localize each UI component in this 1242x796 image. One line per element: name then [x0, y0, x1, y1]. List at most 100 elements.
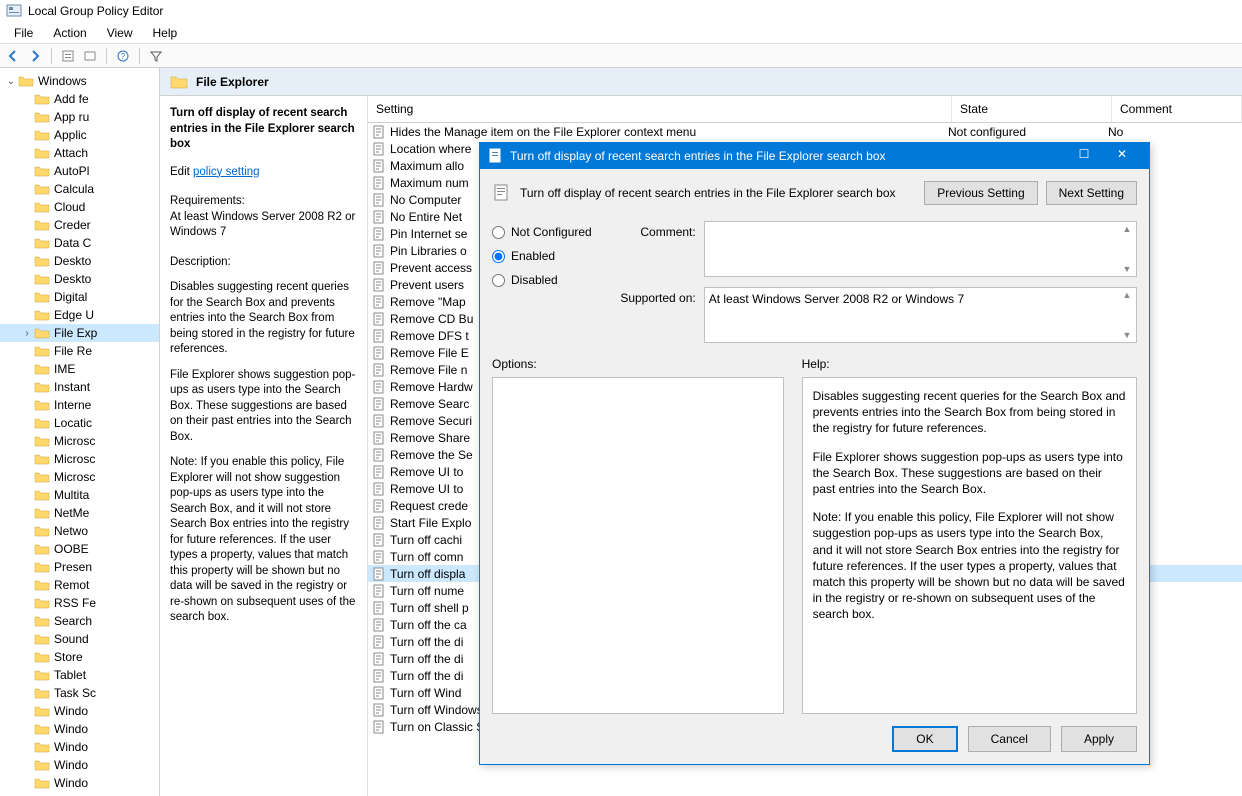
close-button[interactable]: ✕ [1103, 147, 1141, 165]
description-label: Description: [170, 255, 357, 271]
requirements-text: At least Windows Server 2008 R2 or Windo… [170, 210, 357, 241]
policy-icon [488, 148, 504, 164]
content-header: File Explorer [160, 68, 1242, 96]
toolbar: ? [0, 44, 1242, 68]
column-setting[interactable]: Setting [368, 96, 952, 122]
menu-help[interactable]: Help [143, 24, 188, 41]
supported-label: Supported on: [612, 287, 696, 305]
tree-item[interactable]: Windo [0, 774, 159, 792]
tree-item[interactable]: Windo [0, 792, 159, 796]
tree-item[interactable]: Search [0, 612, 159, 630]
tree-item[interactable]: File Re [0, 342, 159, 360]
apply-button[interactable]: Apply [1061, 726, 1137, 752]
help-button[interactable]: ? [114, 47, 132, 65]
radio-disabled[interactable]: Disabled [492, 273, 592, 287]
options-box[interactable] [492, 377, 784, 714]
menu-action[interactable]: Action [43, 24, 96, 41]
description-pane: Turn off display of recent search entrie… [160, 96, 368, 796]
tree-item[interactable]: Netwo [0, 522, 159, 540]
maximize-button[interactable]: ☐ [1065, 147, 1103, 165]
tree-item[interactable]: Multita [0, 486, 159, 504]
comment-label: Comment: [612, 221, 696, 239]
tree-item[interactable]: Microsc [0, 468, 159, 486]
tree-item[interactable]: Windo [0, 756, 159, 774]
tree-item[interactable]: RSS Fe [0, 594, 159, 612]
tree-item[interactable]: AutoPl [0, 162, 159, 180]
window-title: Local Group Policy Editor [28, 4, 163, 18]
tab-label: File Explorer [196, 75, 269, 89]
svg-text:?: ? [121, 52, 126, 61]
help-box: Disables suggesting recent queries for t… [802, 377, 1137, 714]
menu-file[interactable]: File [4, 24, 43, 41]
tree-item[interactable]: Task Sc [0, 684, 159, 702]
dialog-heading: Turn off display of recent search entrie… [520, 186, 916, 200]
menu-view[interactable]: View [97, 24, 143, 41]
tree-item[interactable]: App ru [0, 108, 159, 126]
export-button[interactable] [81, 47, 99, 65]
back-button[interactable] [4, 47, 22, 65]
tree-item[interactable]: Calcula [0, 180, 159, 198]
tree-item[interactable]: Instant [0, 378, 159, 396]
tree-item[interactable]: Tablet [0, 666, 159, 684]
options-label: Options: [492, 357, 784, 371]
filter-button[interactable] [147, 47, 165, 65]
tree-item[interactable]: Creder [0, 216, 159, 234]
tree-item[interactable]: Windo [0, 702, 159, 720]
description-text: Note: If you enable this policy, File Ex… [170, 455, 357, 626]
tree-item[interactable]: Applic [0, 126, 159, 144]
supported-field: At least Windows Server 2008 R2 or Windo… [704, 287, 1137, 343]
cancel-button[interactable]: Cancel [968, 726, 1051, 752]
comment-field[interactable]: ▲▼ [704, 221, 1137, 277]
description-text: File Explorer shows suggestion pop-ups a… [170, 368, 357, 446]
list-row[interactable]: Hides the Manage item on the File Explor… [368, 123, 1242, 140]
window-titlebar: Local Group Policy Editor [0, 0, 1242, 22]
column-state[interactable]: State [952, 96, 1112, 122]
tree-item[interactable]: NetMe [0, 504, 159, 522]
column-comment[interactable]: Comment [1112, 96, 1242, 122]
edit-policy-link[interactable]: policy setting [193, 166, 259, 178]
tree-item[interactable]: ⌄Windows [0, 72, 159, 90]
tree-item[interactable]: Microsc [0, 450, 159, 468]
tree-item[interactable]: Data C [0, 234, 159, 252]
previous-setting-button[interactable]: Previous Setting [924, 181, 1037, 205]
list-header[interactable]: Setting State Comment [368, 96, 1242, 123]
tree-item[interactable]: Store [0, 648, 159, 666]
tree-item[interactable]: Locatic [0, 414, 159, 432]
tree-item[interactable]: Digital [0, 288, 159, 306]
tree-item[interactable]: Deskto [0, 252, 159, 270]
tree-item[interactable]: Attach [0, 144, 159, 162]
toolbar-separator [106, 48, 107, 64]
radio-not-configured[interactable]: Not Configured [492, 225, 592, 239]
tree-item[interactable]: IME [0, 360, 159, 378]
tree-item[interactable]: Sound [0, 630, 159, 648]
tree-item[interactable]: Edge U [0, 306, 159, 324]
tree-item[interactable]: Presen [0, 558, 159, 576]
dialog-title: Turn off display of recent search entrie… [510, 149, 886, 163]
tree-item[interactable]: Windo [0, 738, 159, 756]
tree-item[interactable]: Deskto [0, 270, 159, 288]
ok-button[interactable]: OK [892, 726, 957, 752]
toolbar-separator [51, 48, 52, 64]
policy-icon [492, 183, 512, 203]
folder-icon [170, 74, 188, 90]
tree-item[interactable]: Microsc [0, 432, 159, 450]
policy-title: Turn off display of recent search entrie… [170, 107, 355, 150]
tree-item[interactable]: Add fe [0, 90, 159, 108]
radio-enabled[interactable]: Enabled [492, 249, 592, 263]
menubar: File Action View Help [0, 22, 1242, 44]
toolbar-separator [139, 48, 140, 64]
requirements-label: Requirements: [170, 194, 357, 210]
next-setting-button[interactable]: Next Setting [1046, 181, 1137, 205]
help-label: Help: [802, 357, 1137, 371]
tree-item[interactable]: Remot [0, 576, 159, 594]
tree-item[interactable]: Windo [0, 720, 159, 738]
forward-button[interactable] [26, 47, 44, 65]
tree-item[interactable]: Cloud [0, 198, 159, 216]
dialog-titlebar[interactable]: Turn off display of recent search entrie… [480, 143, 1149, 169]
tree-item[interactable]: Interne [0, 396, 159, 414]
description-text: Disables suggesting recent queries for t… [170, 280, 357, 358]
tree-item[interactable]: ›File Exp [0, 324, 159, 342]
nav-tree[interactable]: ⌄WindowsAdd feApp ruApplicAttachAutoPlCa… [0, 68, 160, 796]
tree-item[interactable]: OOBE [0, 540, 159, 558]
properties-button[interactable] [59, 47, 77, 65]
